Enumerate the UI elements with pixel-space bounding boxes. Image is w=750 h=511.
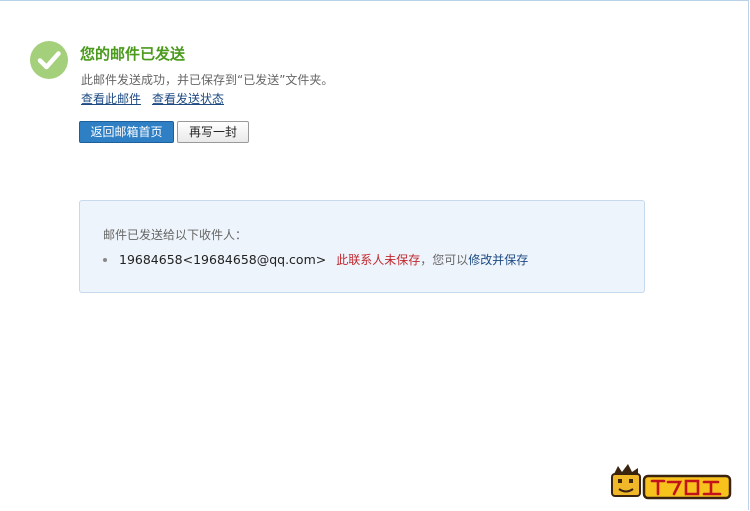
watermark-logo: [608, 460, 734, 504]
view-mail-link[interactable]: 查看此邮件: [81, 90, 141, 107]
page-title: 您的邮件已发送: [80, 45, 186, 63]
unsaved-contact-label: 此联系人未保存: [336, 253, 421, 267]
back-to-inbox-button[interactable]: 返回邮箱首页: [79, 121, 174, 143]
view-status-link[interactable]: 查看发送状态: [152, 90, 224, 107]
recipient-address: 19684658<19684658@qq.com>: [119, 252, 327, 267]
edit-and-save-link[interactable]: 修改并保存: [468, 253, 528, 267]
save-hint-text: ，您可以: [420, 253, 469, 267]
check-circle-icon: [30, 41, 68, 79]
compose-another-button[interactable]: 再写一封: [177, 121, 249, 143]
status-description: 此邮件发送成功，并已保存到“已发送”文件夹。: [81, 73, 334, 87]
bullet-icon: [103, 257, 107, 262]
recipients-panel: 邮件已发送给以下收件人： 19684658<19684658@qq.com> 此联…: [79, 200, 645, 293]
list-item: 19684658<19684658@qq.com> 此联系人未保存，您可以修改并保…: [103, 251, 528, 268]
recipients-heading: 邮件已发送给以下收件人：: [103, 228, 248, 242]
